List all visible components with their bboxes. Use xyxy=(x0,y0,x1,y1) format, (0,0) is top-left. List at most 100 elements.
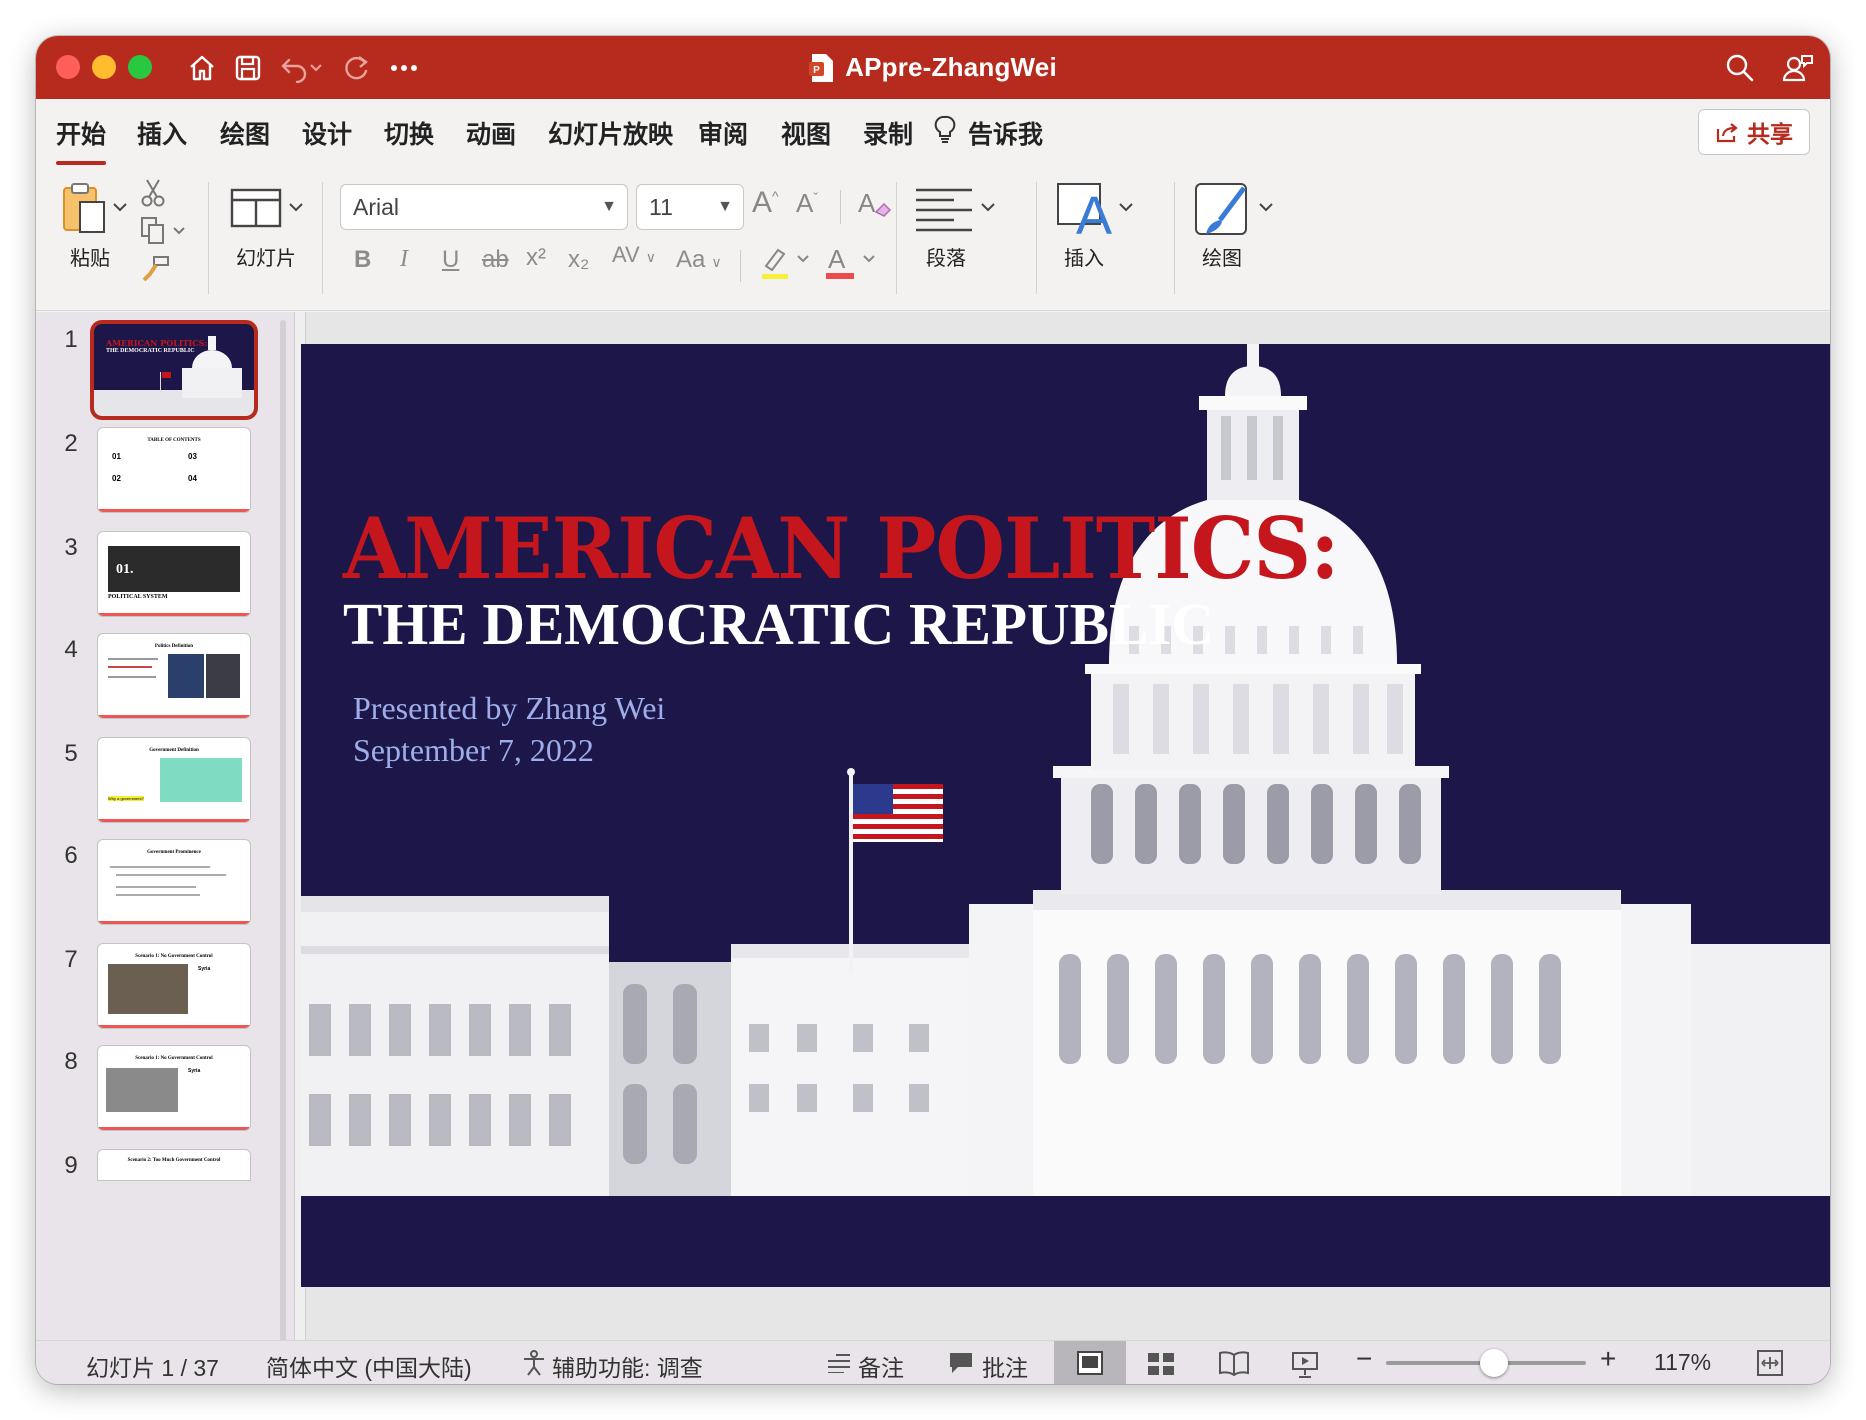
tab-record[interactable]: 录制 xyxy=(863,115,913,151)
thumbnail-slide-1[interactable]: AMERICAN POLITICS: THE DEMOCRATIC REPUBL… xyxy=(94,324,254,416)
tab-review[interactable]: 审阅 xyxy=(698,115,748,151)
svg-text:A: A xyxy=(828,244,846,274)
grow-font-icon[interactable]: A^ xyxy=(752,186,779,220)
tab-transitions[interactable]: 切换 xyxy=(384,115,434,151)
slide-title[interactable]: AMERICAN POLITICS: xyxy=(343,499,1340,598)
thumbnail-slide-6[interactable]: Government Prominence xyxy=(98,840,250,924)
thumbnail-slide-9[interactable]: Scenario 2: Too Much Government Control xyxy=(98,1150,250,1180)
svg-text:A: A xyxy=(1076,186,1112,236)
new-slide-layout-icon[interactable] xyxy=(230,188,282,228)
app-window: P APpre-ZhangWei 开始 插入 绘图 设计 切换 动画 幻灯片放映… xyxy=(36,36,1830,1384)
change-case-button[interactable]: Aa ∨ xyxy=(676,246,722,274)
cut-icon[interactable] xyxy=(140,178,166,208)
slide-thumbnail-pane[interactable]: 1 AMERICAN POLITICS: THE DEMOCRATIC REPU… xyxy=(36,312,294,1372)
slide-counter: 幻灯片 1 / 37 xyxy=(86,1355,219,1381)
zoom-out-button[interactable]: − xyxy=(1356,1343,1372,1375)
draw-dropdown-icon[interactable] xyxy=(1258,202,1274,214)
comments-button[interactable]: 批注 xyxy=(982,1349,1028,1383)
accessibility-icon[interactable] xyxy=(520,1349,548,1377)
thumbnail-number: 8 xyxy=(64,1048,78,1075)
tab-insert[interactable]: 插入 xyxy=(137,115,187,151)
superscript-button[interactable]: x² xyxy=(526,244,546,272)
italic-button[interactable]: I xyxy=(400,246,408,273)
thumbnail-slide-8[interactable]: Scenario 1: No Government Control Syria xyxy=(98,1046,250,1130)
capitol-thumbnail-image xyxy=(94,336,254,416)
clear-formatting-icon[interactable]: A xyxy=(856,186,892,222)
thumbnail-slide-5[interactable]: Government Definition Why a government? xyxy=(98,738,250,822)
thumbnail-number: 2 xyxy=(64,430,78,457)
thumbnail-sub: POLITICAL SYSTEM xyxy=(108,594,168,600)
comments-icon[interactable] xyxy=(948,1351,974,1375)
thumbnail-heading: Scenario 2: Too Much Government Control xyxy=(127,1158,221,1163)
bold-button[interactable]: B xyxy=(354,246,371,274)
share-label: 共享 xyxy=(1747,121,1793,147)
tab-animations[interactable]: 动画 xyxy=(466,115,516,151)
paragraph-dropdown-icon[interactable] xyxy=(980,202,996,214)
copy-icon[interactable] xyxy=(140,216,168,246)
thumbnail-slide-2[interactable]: TABLE OF CONTENTS 01 02 03 04 xyxy=(98,428,250,512)
subscript-button[interactable]: x₂ xyxy=(568,246,589,274)
thumbnail-scrollbar[interactable] xyxy=(280,320,286,1360)
paste-label: 粘贴 xyxy=(70,248,110,270)
notes-button[interactable]: 备注 xyxy=(858,1349,904,1383)
insert-textbox-icon[interactable]: A xyxy=(1056,180,1116,236)
format-painter-icon[interactable] xyxy=(140,254,172,282)
tab-view[interactable]: 视图 xyxy=(781,115,831,151)
insert-dropdown-icon[interactable] xyxy=(1118,202,1134,214)
change-case-label: Aa xyxy=(676,246,706,273)
current-slide[interactable]: AMERICAN POLITICS: THE DEMOCRATIC REPUBL… xyxy=(301,344,1830,1287)
thumbnail-slide-3[interactable]: 01. POLITICAL SYSTEM xyxy=(98,532,250,616)
accessibility-status[interactable]: 辅助功能: 调查 xyxy=(552,1349,703,1383)
tab-slideshow[interactable]: 幻灯片放映 xyxy=(548,115,673,151)
slide-subtitle[interactable]: THE DEMOCRATIC REPUBLIC xyxy=(343,590,1214,659)
window-title-area: P APpre-ZhangWei xyxy=(36,36,1830,99)
tab-design[interactable]: 设计 xyxy=(302,115,352,151)
thumbnail-number: 9 xyxy=(64,1152,78,1179)
thumbnail-label: Syria xyxy=(188,1068,201,1074)
slide-layout-dropdown-icon[interactable] xyxy=(288,202,304,214)
share-button[interactable]: 共享 xyxy=(1698,109,1810,155)
language-indicator[interactable]: 简体中文 (中国大陆) xyxy=(266,1349,472,1383)
draw-label: 绘图 xyxy=(1202,248,1242,270)
tab-tell-me[interactable]: 告诉我 xyxy=(968,115,1043,151)
reading-view-icon[interactable] xyxy=(1218,1349,1250,1377)
thumbnail-slide-4[interactable]: Politics Definition xyxy=(98,634,250,718)
paste-dropdown-icon[interactable] xyxy=(112,202,128,214)
zoom-level[interactable]: 117% xyxy=(1654,1349,1711,1376)
fit-to-window-icon[interactable] xyxy=(1756,1349,1784,1377)
font-size-value: 11 xyxy=(649,194,673,220)
thumbnail-item: 02 xyxy=(112,474,121,483)
highlight-color-icon[interactable] xyxy=(758,242,812,282)
slide-presenter[interactable]: Presented by Zhang Wei xyxy=(353,690,665,727)
tab-home[interactable]: 开始 xyxy=(56,115,107,165)
search-icon[interactable] xyxy=(1722,50,1758,86)
normal-view-button[interactable] xyxy=(1054,1341,1126,1384)
paste-icon[interactable] xyxy=(58,182,110,238)
font-name-select[interactable]: Arial ▼ xyxy=(340,184,628,230)
underline-button[interactable]: U xyxy=(442,246,459,274)
thumbnail-heading: Scenario 1: No Government Control xyxy=(135,1056,213,1061)
strikethrough-button[interactable]: ab xyxy=(482,246,509,274)
shrink-font-icon[interactable]: Aˇ xyxy=(796,188,818,219)
font-color-icon[interactable]: A xyxy=(824,240,878,282)
font-size-select[interactable]: 11 ▼ xyxy=(636,184,744,230)
character-spacing-button[interactable]: AV ∨ xyxy=(612,242,656,268)
ribbon-home: 粘贴 幻灯片 Arial ▼ 11 ▼ A^ Aˇ A B I U ab x² … xyxy=(36,166,1830,311)
thumbnail-heading: Scenario 1: No Government Control xyxy=(135,954,213,959)
slide-sorter-icon[interactable] xyxy=(1146,1351,1176,1377)
thumbnail-slide-7[interactable]: Scenario 1: No Government Control Syria xyxy=(98,944,250,1028)
tab-draw[interactable]: 绘图 xyxy=(220,115,270,151)
zoom-slider-thumb[interactable] xyxy=(1480,1349,1508,1377)
draw-icon[interactable] xyxy=(1194,180,1254,238)
slideshow-icon[interactable] xyxy=(1290,1349,1320,1379)
paragraph-icon[interactable] xyxy=(914,186,974,232)
thumbnail-heading: 01. xyxy=(116,562,134,577)
character-spacing-label: AV xyxy=(612,242,640,267)
zoom-in-button[interactable]: + xyxy=(1600,1343,1616,1375)
account-icon[interactable] xyxy=(1780,50,1816,86)
svg-text:A: A xyxy=(858,188,876,218)
notes-icon[interactable] xyxy=(826,1353,852,1373)
chevron-down-icon: ∨ xyxy=(645,249,656,265)
slide-date[interactable]: September 7, 2022 xyxy=(353,732,594,769)
copy-dropdown-icon[interactable] xyxy=(172,226,186,236)
